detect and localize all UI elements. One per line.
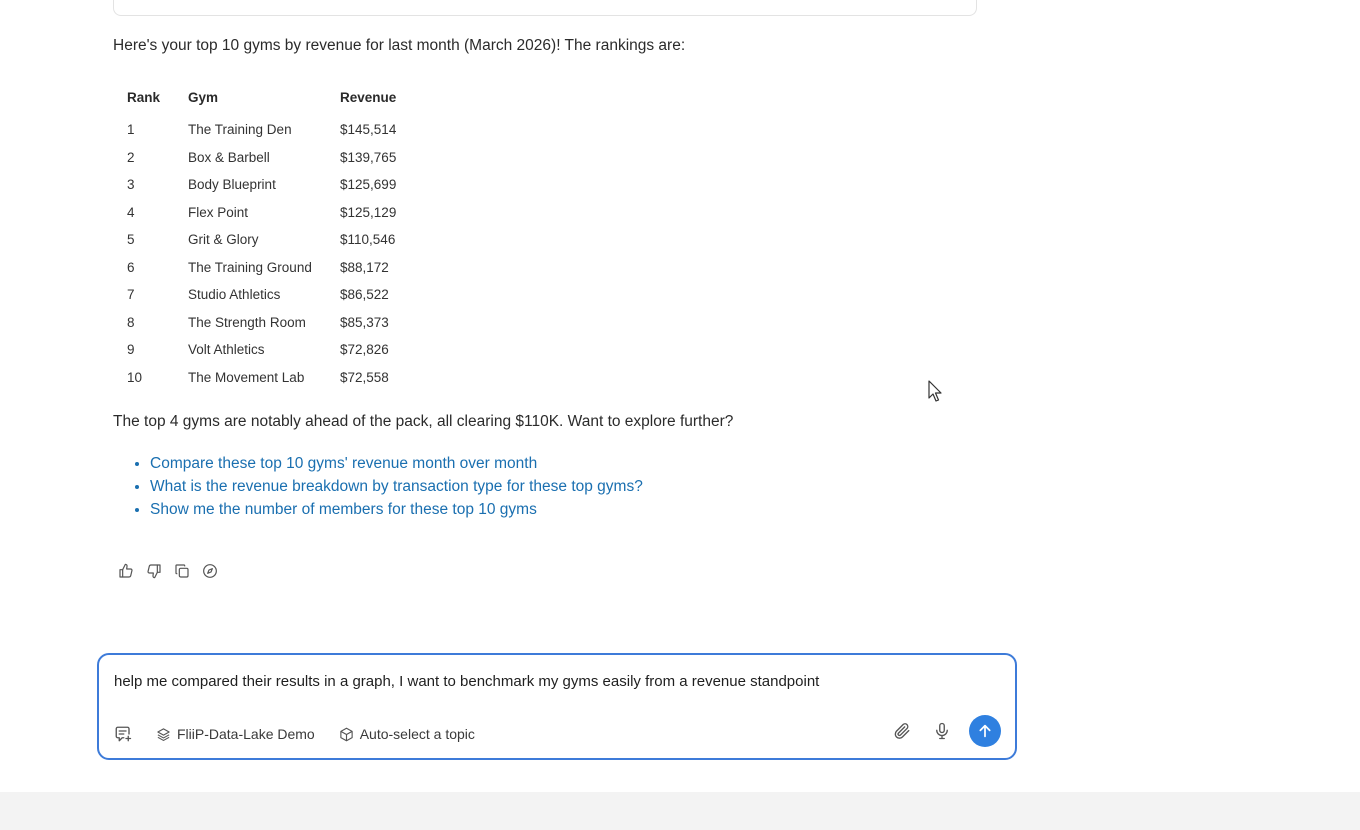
suggestion-item: Compare these top 10 gyms' revenue month… — [150, 452, 643, 475]
revenue-cell: $72,558 — [340, 369, 389, 385]
thumbs-down-icon — [147, 564, 161, 579]
revenue-cell: $139,765 — [340, 149, 397, 165]
table-row: 4 Flex Point $125,129 — [113, 199, 424, 227]
gym-cell: The Strength Room — [188, 314, 306, 330]
data-source-selector[interactable]: FliiP-Data-Lake Demo — [156, 726, 315, 742]
response-actions — [116, 561, 220, 581]
thumbs-up-icon — [119, 563, 133, 578]
attach-button[interactable] — [889, 718, 915, 744]
column-header-rank: Rank — [127, 89, 161, 105]
rank-cell: 6 — [127, 259, 135, 275]
new-chat-button[interactable] — [114, 725, 132, 743]
gym-cell: The Training Ground — [188, 259, 312, 275]
revenue-cell: $125,129 — [340, 204, 397, 220]
topic-label: Auto-select a topic — [359, 726, 475, 742]
previous-result-card — [113, 0, 977, 16]
suggestion-item: Show me the number of members for these … — [150, 498, 643, 521]
composer-actions — [889, 715, 1001, 747]
table-row: 10 The Movement Lab $72,558 — [113, 364, 424, 392]
table-row: 1 The Training Den $145,514 — [113, 114, 424, 144]
gym-cell: Volt Athletics — [188, 342, 265, 358]
arrow-up-icon — [979, 724, 991, 738]
copy-button[interactable] — [172, 561, 192, 581]
microphone-button[interactable] — [929, 718, 955, 744]
revenue-ranking-table: Rank Gym Revenue 1 The Training Den $145… — [113, 80, 424, 391]
suggestion-link-member-count[interactable]: Show me the number of members for these … — [150, 501, 537, 518]
suggestion-link-compare-mom[interactable]: Compare these top 10 gyms' revenue month… — [150, 455, 537, 472]
table-header-row: Rank Gym Revenue — [113, 80, 424, 114]
table-row: 7 Studio Athletics $86,522 — [113, 281, 424, 309]
rank-cell: 5 — [127, 232, 135, 248]
rank-cell: 1 — [127, 122, 135, 138]
gym-cell: Flex Point — [188, 204, 249, 220]
column-header-gym: Gym — [188, 89, 219, 105]
message-composer: help me compared their results in a grap… — [97, 653, 1017, 760]
microphone-icon — [936, 722, 948, 740]
rank-cell: 9 — [127, 342, 135, 358]
suggestion-list: Compare these top 10 gyms' revenue month… — [113, 452, 643, 521]
rank-cell: 7 — [127, 287, 135, 303]
new-chat-icon — [115, 726, 132, 742]
revenue-cell: $86,522 — [340, 287, 389, 303]
compass-icon — [203, 564, 217, 578]
revenue-cell: $72,826 — [340, 342, 389, 358]
revenue-cell: $88,172 — [340, 259, 389, 275]
revenue-cell: $125,699 — [340, 177, 397, 193]
response-summary: The top 4 gyms are notably ahead of the … — [113, 413, 734, 430]
revenue-cell: $145,514 — [340, 122, 397, 138]
thumbs-down-button[interactable] — [144, 561, 164, 581]
cube-icon — [340, 727, 353, 741]
rank-cell: 10 — [127, 369, 143, 385]
gym-cell: Studio Athletics — [188, 287, 281, 303]
table-row: 9 Volt Athletics $72,826 — [113, 336, 424, 364]
revenue-cell: $85,373 — [340, 314, 389, 330]
layers-icon — [157, 727, 170, 741]
send-button[interactable] — [969, 715, 1001, 747]
column-header-revenue: Revenue — [340, 89, 397, 105]
topic-selector[interactable]: Auto-select a topic — [339, 726, 475, 742]
table-row: 5 Grit & Glory $110,546 — [113, 226, 424, 254]
gym-cell: Body Blueprint — [188, 177, 276, 193]
composer-toolbar: FliiP-Data-Lake Demo Auto-select a topic — [114, 725, 499, 743]
gym-cell: Grit & Glory — [188, 232, 259, 248]
suggestion-link-transaction-breakdown[interactable]: What is the revenue breakdown by transac… — [150, 478, 643, 495]
rank-cell: 2 — [127, 149, 135, 165]
revenue-cell: $110,546 — [340, 232, 396, 248]
message-input[interactable]: help me compared their results in a grap… — [114, 673, 819, 690]
gym-cell: Box & Barbell — [188, 149, 270, 165]
table-row: 6 The Training Ground $88,172 — [113, 254, 424, 282]
rank-cell: 3 — [127, 177, 135, 193]
chat-page: Here's your top 10 gyms by revenue for l… — [0, 0, 1360, 830]
rank-cell: 4 — [127, 204, 135, 220]
copy-icon — [175, 564, 189, 578]
table-row: 8 The Strength Room $85,373 — [113, 309, 424, 337]
gym-cell: The Training Den — [188, 122, 292, 138]
footer-bar — [0, 792, 1360, 830]
thumbs-up-button[interactable] — [116, 561, 136, 581]
rank-cell: 8 — [127, 314, 135, 330]
response-intro: Here's your top 10 gyms by revenue for l… — [113, 37, 686, 54]
table-row: 3 Body Blueprint $125,699 — [113, 171, 424, 199]
suggestion-item: What is the revenue breakdown by transac… — [150, 475, 643, 498]
mouse-pointer-icon — [928, 380, 944, 409]
data-source-label: FliiP-Data-Lake Demo — [177, 726, 315, 742]
explore-button[interactable] — [200, 561, 220, 581]
gym-cell: The Movement Lab — [188, 369, 305, 385]
paperclip-icon — [894, 723, 910, 739]
table-row: 2 Box & Barbell $139,765 — [113, 144, 424, 172]
